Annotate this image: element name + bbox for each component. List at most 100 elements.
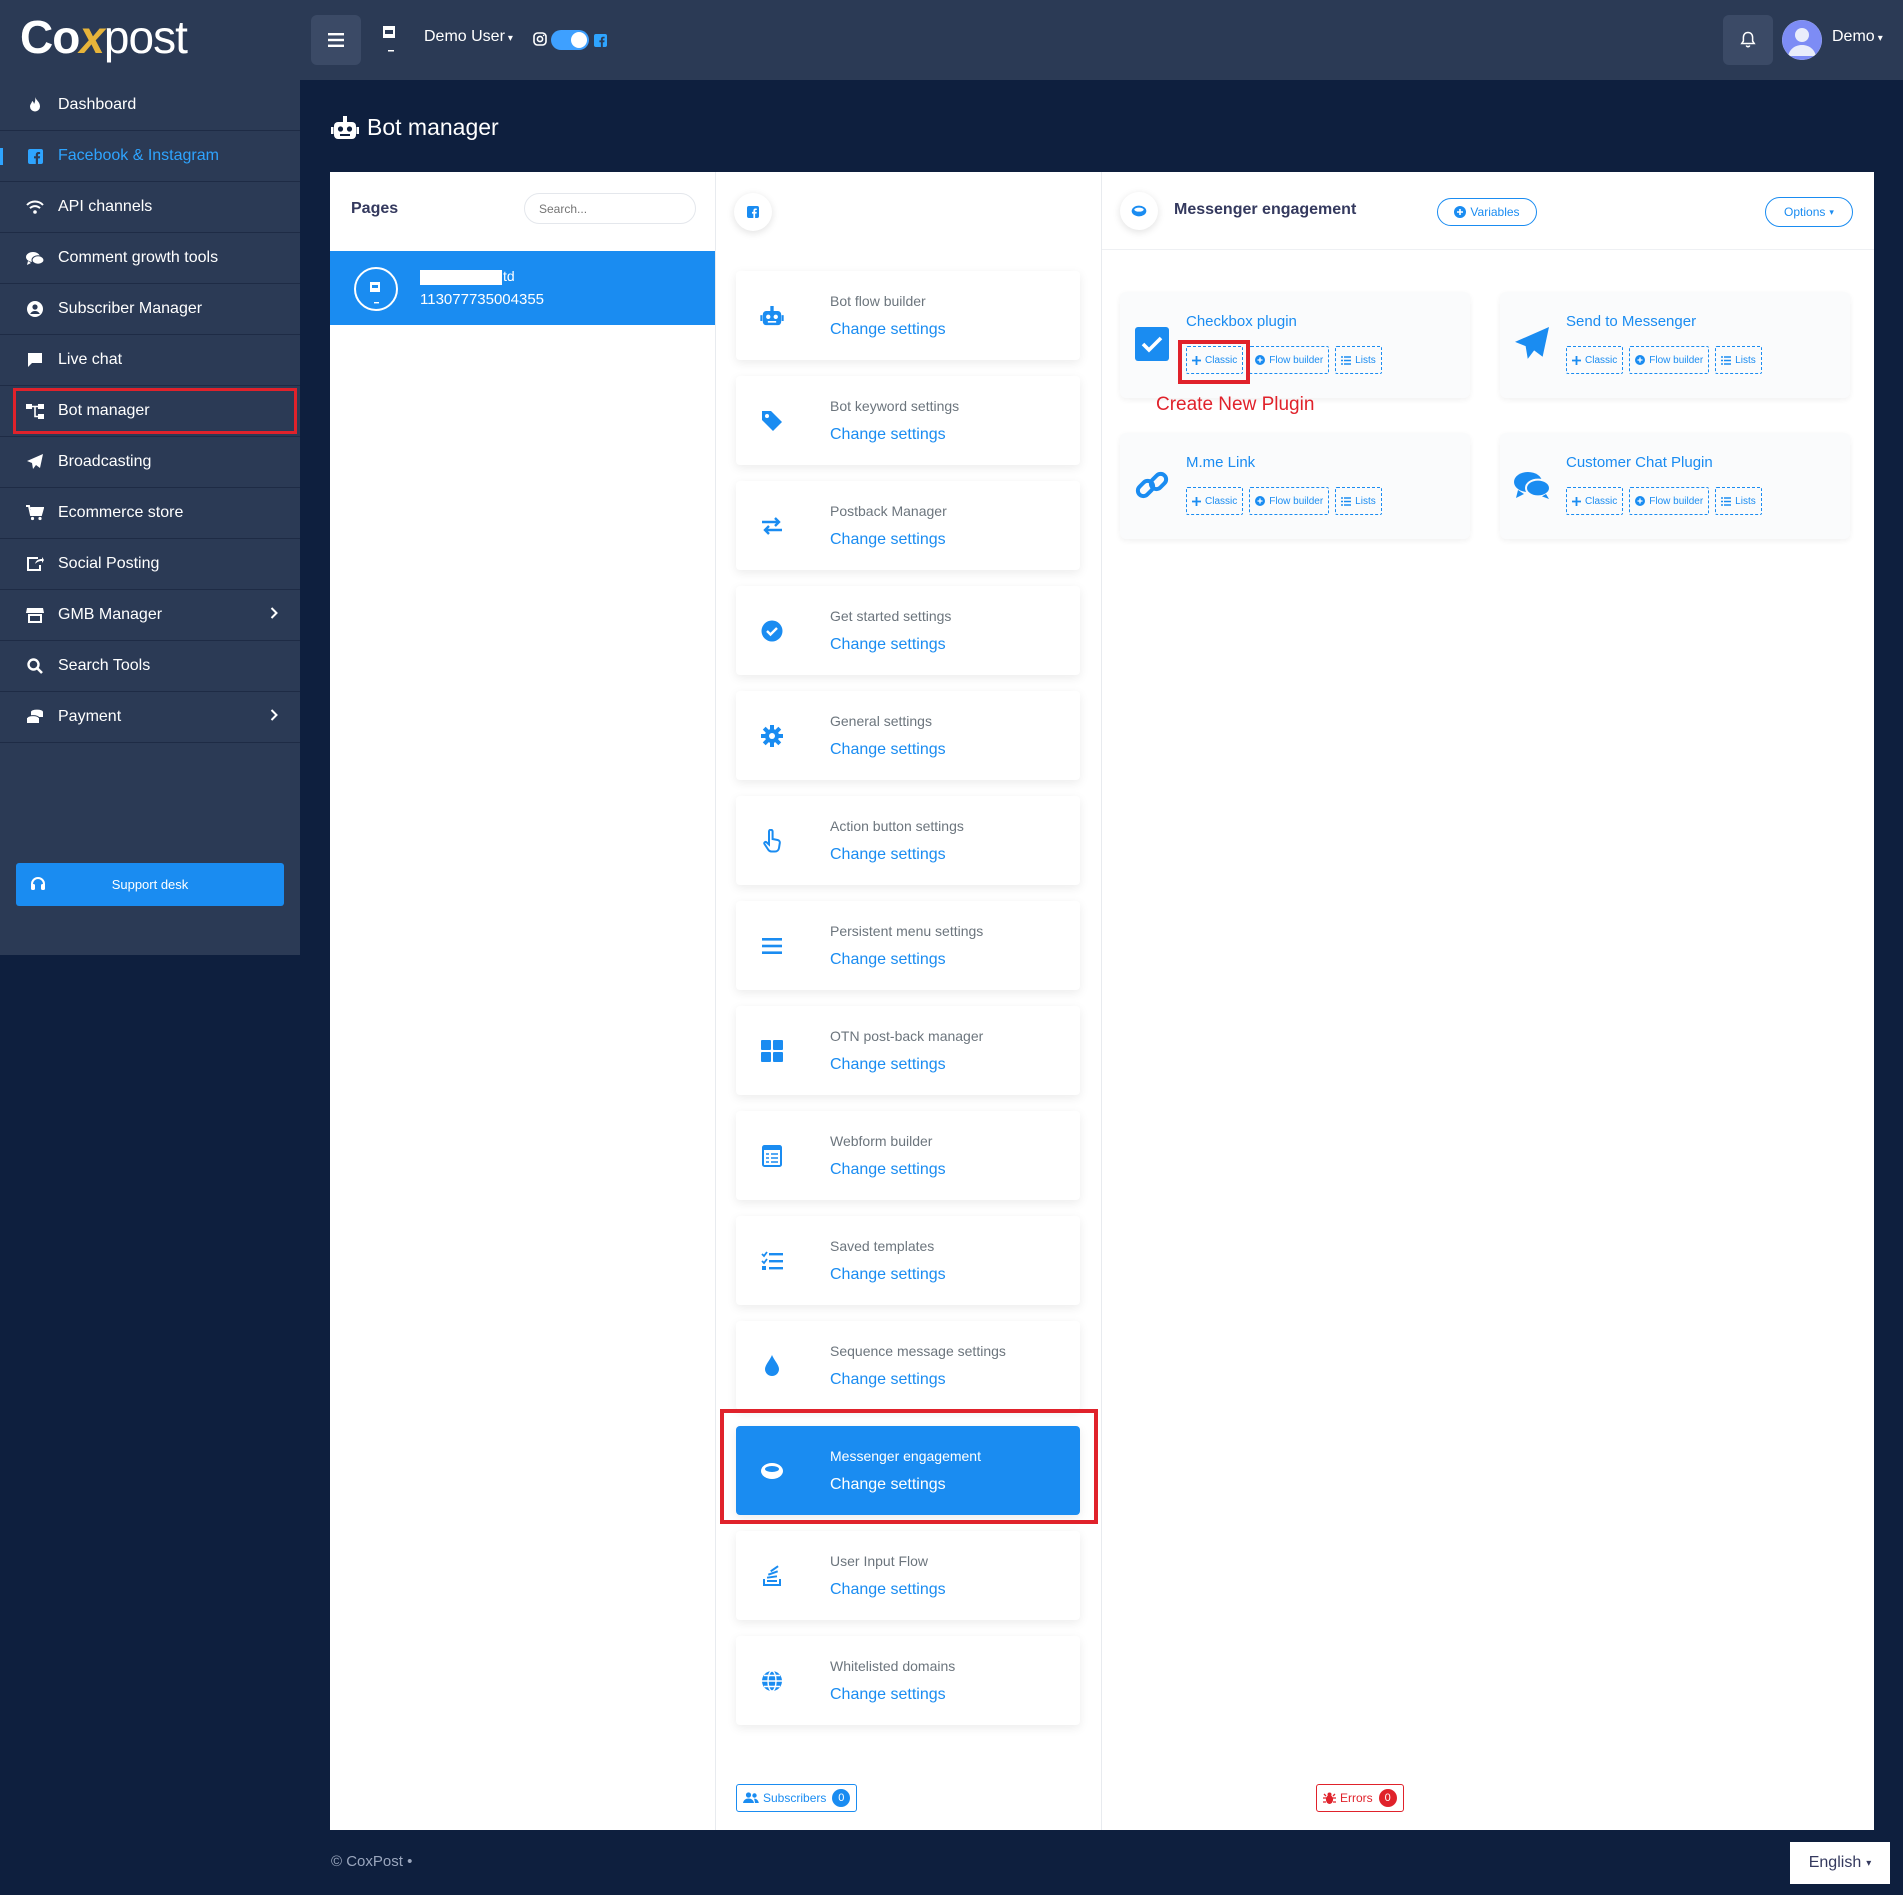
settings-card-persistent-menu[interactable]: Persistent menu settings Change settings <box>736 901 1080 990</box>
settings-card-sequence-message[interactable]: Sequence message settings Change setting… <box>736 1321 1080 1410</box>
th-large-icon <box>760 1039 784 1063</box>
change-settings-link[interactable]: Change settings <box>830 1056 946 1074</box>
plus-circle-icon <box>1635 496 1646 506</box>
sidebar-item-facebook-instagram[interactable]: Facebook & Instagram <box>0 131 300 182</box>
sidebar-item-dashboard[interactable]: Dashboard <box>0 80 300 131</box>
share-icon <box>26 555 44 573</box>
users-icon <box>743 1792 759 1803</box>
sidebar-item-api-channels[interactable]: API channels <box>0 182 300 233</box>
sidebar-item-live-chat[interactable]: Live chat <box>0 335 300 386</box>
flow-builder-button[interactable]: Flow builder <box>1249 487 1330 515</box>
support-desk-button[interactable]: Support desk <box>16 863 284 906</box>
notifications-button[interactable] <box>1723 15 1773 65</box>
sidebar-item-subscriber-manager[interactable]: Subscriber Manager <box>0 284 300 335</box>
sidebar-item-label: Live chat <box>58 351 123 368</box>
settings-card-webform-builder[interactable]: Webform builder Change settings <box>736 1111 1080 1200</box>
list-icon <box>1341 355 1352 365</box>
subscribers-count-badge: 0 <box>832 1789 851 1807</box>
lists-button[interactable]: Lists <box>1335 346 1382 374</box>
main-panel: Pages td 113077735004355 Bot flow builde… <box>330 172 1874 1830</box>
fire-icon <box>26 96 44 114</box>
sidebar-item-broadcasting[interactable]: Broadcasting <box>0 437 300 488</box>
settings-card-user-input-flow[interactable]: User Input Flow Change settings <box>736 1531 1080 1620</box>
engagement-title: Messenger engagement <box>1174 201 1357 218</box>
change-settings-link[interactable]: Change settings <box>830 1581 946 1599</box>
settings-column: Bot flow builder Change settings Bot key… <box>716 172 1404 1830</box>
change-settings-link[interactable]: Change settings <box>830 951 946 969</box>
sidebar-item-label: GMB Manager <box>58 606 163 623</box>
sidebar-item-payment[interactable]: Payment <box>0 692 300 743</box>
lists-button[interactable]: Lists <box>1715 346 1762 374</box>
wifi-icon <box>26 198 44 216</box>
settings-card-saved-templates[interactable]: Saved templates Change settings <box>736 1216 1080 1305</box>
user-switcher-dropdown[interactable]: Demo User ▾ <box>424 28 513 46</box>
paper-plane-icon <box>1514 326 1550 362</box>
stack-icon <box>760 1564 784 1588</box>
classic-button[interactable]: Classic <box>1566 346 1624 374</box>
account-dropdown[interactable]: Demo ▾ <box>1832 28 1883 46</box>
engagement-column: Messenger engagement Variables Options ▾ … <box>1102 172 1874 1830</box>
change-settings-link[interactable]: Change settings <box>830 741 946 759</box>
sidebar-item-search-tools[interactable]: Search Tools <box>0 641 300 692</box>
sidebar-item-label: Facebook & Instagram <box>58 147 219 164</box>
platform-toggle[interactable] <box>551 30 589 50</box>
classic-button[interactable]: Classic <box>1566 487 1624 515</box>
comments-icon <box>1514 467 1550 503</box>
settings-card-whitelisted-domains[interactable]: Whitelisted domains Change settings <box>736 1636 1080 1725</box>
plugin-title: Checkbox plugin <box>1186 313 1297 330</box>
settings-card-get-started[interactable]: Get started settings Change settings <box>736 586 1080 675</box>
plus-circle-icon <box>1454 206 1467 218</box>
sidebar-item-comment-growth-tools[interactable]: Comment growth tools <box>0 233 300 284</box>
sidebar-item-label: Social Posting <box>58 555 160 572</box>
page-title: Bot manager <box>331 114 499 141</box>
settings-card-action-button[interactable]: Action button settings Change settings <box>736 796 1080 885</box>
settings-card-bot-flow-builder[interactable]: Bot flow builder Change settings <box>736 271 1080 360</box>
language-selector[interactable]: English ▾ <box>1790 1842 1890 1884</box>
top-navbar: Coxpost Demo User ▾ Demo ▾ <box>0 0 1903 80</box>
lists-button[interactable]: Lists <box>1715 487 1762 515</box>
sidebar-item-label: Subscriber Manager <box>58 300 203 317</box>
user-circle-icon <box>26 300 44 318</box>
engagement-header: Messenger engagement Variables Options ▾ <box>1102 172 1874 250</box>
change-settings-link[interactable]: Change settings <box>830 321 946 339</box>
page-list-item[interactable]: td 113077735004355 <box>330 251 715 325</box>
flow-builder-button[interactable]: Flow builder <box>1629 487 1710 515</box>
change-settings-link[interactable]: Change settings <box>830 1686 946 1704</box>
link-icon <box>1134 467 1170 503</box>
page-avatar-icon[interactable] <box>380 24 402 54</box>
change-settings-link[interactable]: Change settings <box>830 426 946 444</box>
facebook-icon[interactable] <box>594 34 607 47</box>
sidebar-item-social-posting[interactable]: Social Posting <box>0 539 300 590</box>
settings-card-bot-keyword[interactable]: Bot keyword settings Change settings <box>736 376 1080 465</box>
change-settings-link[interactable]: Change settings <box>830 1371 946 1389</box>
change-settings-link[interactable]: Change settings <box>830 1266 946 1284</box>
settings-card-otn-postback[interactable]: OTN post-back manager Change settings <box>736 1006 1080 1095</box>
plus-icon <box>1572 496 1581 506</box>
footer-copyright: © CoxPost • <box>331 1853 413 1870</box>
robot-icon <box>331 115 359 140</box>
change-settings-link[interactable]: Change settings <box>830 531 946 549</box>
instagram-icon[interactable] <box>533 32 547 46</box>
settings-card-general[interactable]: General settings Change settings <box>736 691 1080 780</box>
change-settings-link[interactable]: Change settings <box>830 1161 946 1179</box>
subscribers-button[interactable]: Subscribers 0 <box>736 1784 858 1812</box>
menu-toggle-button[interactable] <box>311 15 361 65</box>
change-settings-link[interactable]: Change settings <box>830 846 946 864</box>
sidebar-item-gmb-manager[interactable]: GMB Manager <box>0 590 300 641</box>
flow-builder-button[interactable]: Flow builder <box>1249 346 1330 374</box>
chat-icon <box>26 351 44 369</box>
chevron-right-icon <box>270 709 278 721</box>
variables-button[interactable]: Variables <box>1437 198 1537 226</box>
settings-card-postback-manager[interactable]: Postback Manager Change settings <box>736 481 1080 570</box>
change-settings-link[interactable]: Change settings <box>830 636 946 654</box>
sidebar-item-ecommerce-store[interactable]: Ecommerce store <box>0 488 300 539</box>
page-search-input[interactable] <box>524 193 696 224</box>
options-dropdown[interactable]: Options ▾ <box>1765 197 1853 227</box>
classic-button[interactable]: Classic <box>1186 487 1244 515</box>
plugin-title: M.me Link <box>1186 454 1256 471</box>
page-name: td <box>503 268 515 284</box>
lists-button[interactable]: Lists <box>1335 487 1382 515</box>
user-avatar[interactable] <box>1782 20 1822 60</box>
app-logo[interactable]: Coxpost <box>20 10 188 64</box>
flow-builder-button[interactable]: Flow builder <box>1629 346 1710 374</box>
